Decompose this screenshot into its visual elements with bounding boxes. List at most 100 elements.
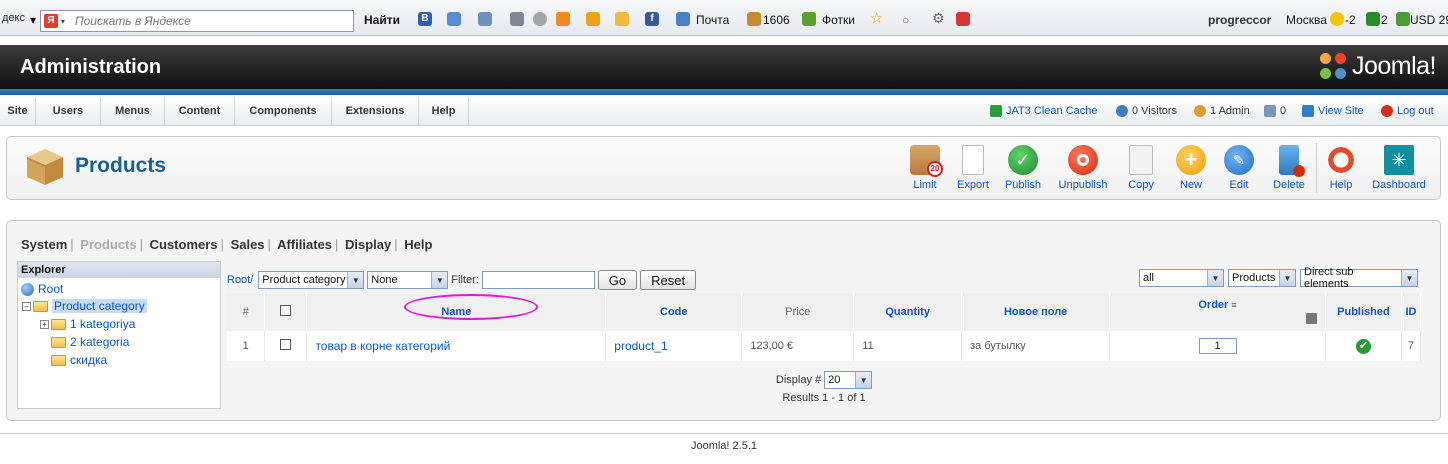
menu-menus[interactable]: Menus [101, 97, 165, 126]
published-check-icon[interactable]: ✔ [1355, 338, 1371, 354]
menu-users[interactable]: Users [36, 97, 101, 126]
export-button[interactable]: Export [953, 143, 993, 195]
new-label: New [1179, 179, 1202, 191]
city-name[interactable]: Москва [1286, 13, 1327, 27]
temperature[interactable]: -2 [1345, 13, 1356, 27]
photos-link[interactable]: Фотки [822, 13, 855, 27]
expand-icon[interactable]: + [40, 319, 49, 329]
edit-button[interactable]: ✎ Edit [1219, 143, 1259, 195]
dropdown-arrow-icon[interactable]: ▾ [61, 17, 65, 26]
category-select[interactable]: Product category ▼ [258, 271, 365, 289]
select-all-checkbox[interactable] [280, 305, 292, 316]
mail-icon[interactable] [676, 12, 690, 26]
find-button[interactable]: Найти [364, 13, 400, 27]
vk-icon[interactable]: В [418, 12, 432, 26]
envelope-icon[interactable] [586, 12, 600, 26]
row-name-link[interactable]: товар в корне категорий [315, 339, 450, 353]
none-select[interactable]: None ▼ [367, 271, 449, 289]
settings-icon[interactable] [533, 12, 547, 26]
unpublish-button[interactable]: Unpublish [1055, 143, 1111, 195]
contacts-icon[interactable] [478, 12, 492, 26]
delete-button[interactable]: Delete [1269, 143, 1309, 195]
display-label: Display # [775, 374, 822, 386]
row-published-cell[interactable]: ✔ [1325, 331, 1402, 361]
dropdown-arrow-icon[interactable]: ▾ [30, 13, 36, 27]
limit-button[interactable]: 20 Limit [905, 143, 945, 195]
display-select[interactable]: 20 ▼ [824, 371, 873, 389]
window-icon[interactable] [510, 12, 524, 26]
counter-value[interactable]: 1606 [763, 13, 790, 27]
unpublish-icon [1068, 145, 1098, 175]
yandex-search-box[interactable]: Я ▾ [40, 10, 354, 32]
column-id[interactable]: ID [1401, 293, 1422, 331]
tree-product-category[interactable]: − Product category [22, 298, 147, 314]
trash-icon [1279, 145, 1305, 177]
collapse-icon[interactable]: − [22, 301, 31, 311]
type-select[interactable]: Products ▼ [1228, 269, 1296, 287]
filter-input[interactable] [481, 271, 595, 289]
submenu-products[interactable]: Products [80, 237, 136, 252]
menu-extensions[interactable]: Extensions [332, 97, 419, 126]
facebook-icon[interactable]: f [645, 12, 659, 26]
pagination: Display # 20 ▼ Results 1 - 1 of 1 [227, 371, 1421, 404]
scope-select[interactable]: all ▼ [1139, 269, 1224, 287]
submenu-customers[interactable]: Customers [150, 237, 218, 252]
row-code-link[interactable]: product_1 [614, 339, 667, 353]
publish-button[interactable]: ✓ Publish [1003, 143, 1043, 195]
tree-child-2[interactable]: 2 kategoria [51, 334, 129, 350]
jat3-clean-cache-link[interactable]: JAT3 Clean Cache [990, 105, 1098, 117]
view-site-link[interactable]: View Site [1302, 105, 1364, 117]
menu-help[interactable]: Help [419, 97, 469, 126]
discount-icon[interactable] [556, 12, 570, 26]
mail-icon[interactable] [447, 12, 461, 26]
tree-child-3[interactable]: скидка [51, 352, 107, 368]
gear-icon[interactable]: ⚙ [932, 10, 945, 27]
tree-root[interactable]: Root [21, 281, 63, 297]
messages-status[interactable]: 0 [1264, 105, 1286, 117]
copy-button[interactable]: Copy [1121, 143, 1161, 195]
row-checkbox-cell[interactable] [264, 331, 308, 361]
menu-content[interactable]: Content [165, 97, 235, 126]
user-name[interactable]: progreccor [1208, 13, 1271, 27]
row-checkbox[interactable] [280, 339, 292, 350]
tree-child-1[interactable]: + 1 kategoriya [40, 316, 135, 332]
row-order-input[interactable]: 1 [1198, 338, 1237, 354]
go-button[interactable]: Go [597, 270, 638, 290]
submenu-help[interactable]: Help [404, 237, 432, 252]
logout-link[interactable]: Log out [1381, 105, 1434, 117]
help-label: Help [1329, 179, 1353, 191]
gmail-icon[interactable] [956, 12, 970, 26]
view-site-label: View Site [1318, 105, 1364, 117]
footprints-icon[interactable] [615, 12, 629, 26]
column-quantity[interactable]: Quantity [853, 293, 963, 331]
row-name[interactable]: товар в корне категорий [306, 331, 607, 361]
submenu-system[interactable]: System [21, 237, 67, 252]
help-button[interactable]: Help [1321, 143, 1361, 195]
category-select-value: Product category [262, 274, 346, 286]
star-icon[interactable]: ☆ [870, 9, 883, 27]
submenu-affiliates[interactable]: Affiliates [277, 237, 332, 252]
row-quantity: 11 [853, 331, 963, 361]
column-select-all[interactable] [264, 293, 308, 331]
column-code[interactable]: Code [605, 293, 743, 331]
column-new-field[interactable]: Новое поле [961, 293, 1111, 331]
menu-site[interactable]: Site [0, 97, 36, 126]
dashboard-button[interactable]: ✳ Dashboard [1371, 143, 1427, 195]
new-button[interactable]: + New [1171, 143, 1211, 195]
joomla-logo[interactable]: Joomla! [1319, 52, 1437, 81]
submenu-sales[interactable]: Sales [231, 237, 265, 252]
mail-link[interactable]: Почта [696, 13, 729, 27]
save-order-icon[interactable] [1305, 313, 1317, 324]
currency-rate[interactable]: USD 29 [1410, 13, 1448, 27]
menu-components[interactable]: Components [235, 97, 332, 126]
column-order[interactable]: Order ≡ [1109, 293, 1326, 331]
submenu-display[interactable]: Display [345, 237, 391, 252]
yandex-search-input[interactable] [74, 12, 353, 30]
row-code[interactable]: product_1 [605, 331, 743, 361]
green-count[interactable]: 2 [1381, 13, 1388, 27]
reset-button[interactable]: Reset [640, 270, 697, 290]
column-published[interactable]: Published [1325, 293, 1402, 331]
sub-elements-select[interactable]: Direct sub elements ▼ [1300, 266, 1418, 290]
chat-icon[interactable]: ○ [902, 13, 909, 27]
root-breadcrumb[interactable]: Root/ [227, 274, 253, 286]
